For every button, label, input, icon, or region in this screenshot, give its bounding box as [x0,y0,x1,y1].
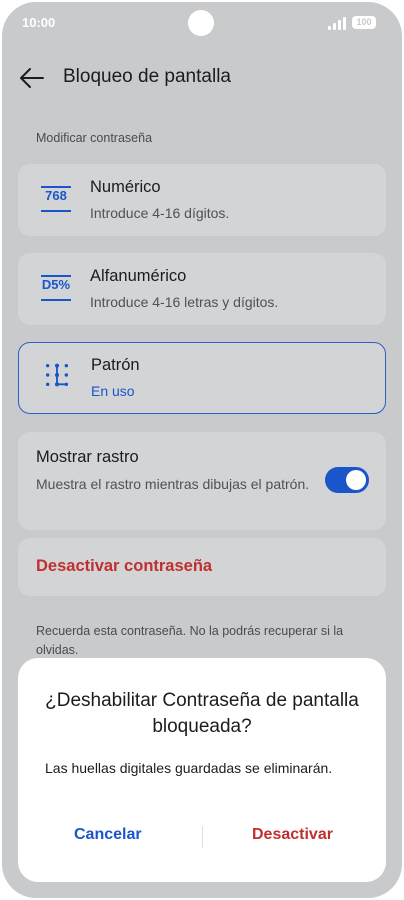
phone-frame: 10:00 100 Bloqueo de pantalla Modificar … [0,0,404,900]
trace-subtitle: Muestra el rastro mientras dibujas el pa… [36,476,310,492]
option-alphanumeric[interactable]: D5% Alfanumérico Introduce 4-16 letras y… [18,253,386,325]
trace-title: Mostrar rastro [36,448,139,466]
app-bar: Bloqueo de pantalla [2,58,402,98]
confirm-dialog: ¿Deshabilitar Contraseña de pantalla blo… [18,658,386,882]
dialog-title: ¿Deshabilitar Contraseña de pantalla blo… [45,690,359,737]
camera-cutout [188,10,214,36]
screen: 10:00 100 Bloqueo de pantalla Modificar … [2,2,402,898]
battery-icon: 100 [352,16,376,29]
option-pattern[interactable]: Patrón En uso [18,342,386,414]
back-arrow-icon[interactable] [18,64,46,92]
deactivate-button[interactable]: Desactivar [252,826,333,844]
pattern-icon [45,363,69,387]
option-status: En uso [91,383,135,399]
button-divider [202,826,203,848]
show-trace-row[interactable]: Mostrar rastro Muestra el rastro mientra… [18,432,386,530]
option-title: Numérico [90,178,161,196]
numeric-pin-icon: 768 [38,186,74,214]
signal-icon [328,16,346,30]
status-bar: 10:00 100 [2,2,402,46]
option-title: Patrón [91,356,140,374]
deactivate-password-row[interactable]: Desactivar contraseña [18,538,386,596]
option-subtitle: Introduce 4-16 dígitos. [90,205,230,221]
page-title: Bloqueo de pantalla [63,66,231,87]
toggle-knob [346,470,366,490]
reminder-note: Recuerda esta contraseña. No la podrás r… [36,624,344,657]
option-title: Alfanumérico [90,267,187,285]
status-time: 10:00 [22,15,56,30]
alphanumeric-icon: D5% [38,275,74,303]
section-label: Modificar contraseña [36,131,153,145]
option-numeric[interactable]: 768 Numérico Introduce 4-16 dígitos. [18,164,386,236]
dialog-message: Las huellas digitales guardadas se elimi… [45,760,333,776]
option-subtitle: Introduce 4-16 letras y dígitos. [90,294,279,310]
trace-toggle[interactable] [325,467,369,493]
deactivate-label: Desactivar contraseña [36,557,213,575]
cancel-button[interactable]: Cancelar [74,826,142,844]
